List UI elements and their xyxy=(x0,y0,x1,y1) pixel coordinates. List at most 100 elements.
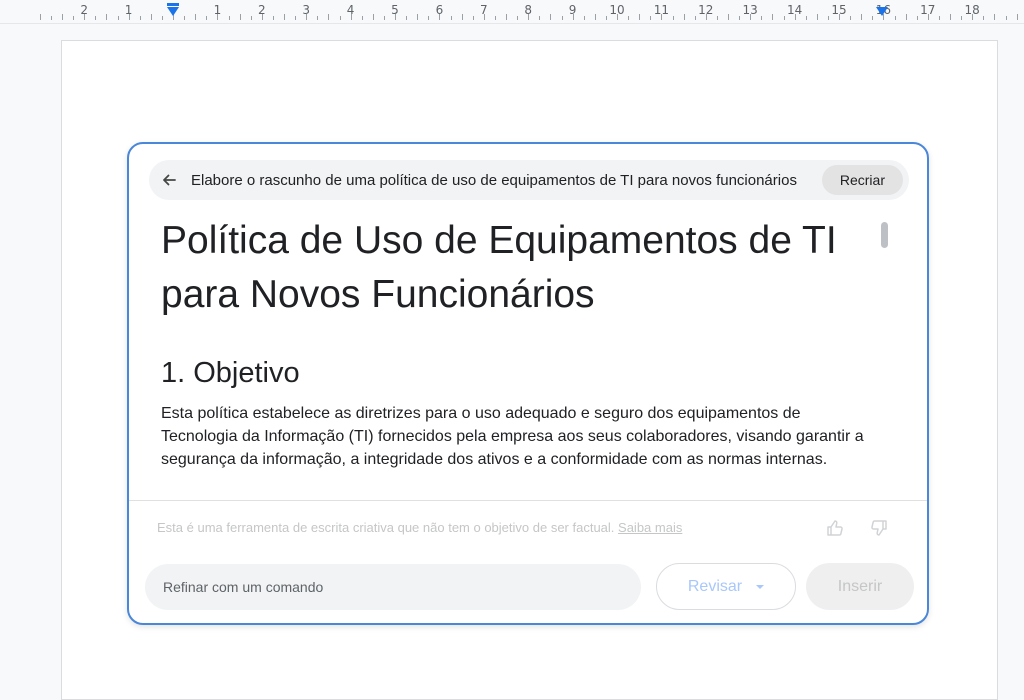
ruler-tick xyxy=(905,14,907,20)
ruler-tick xyxy=(395,14,396,20)
thumbs-down-icon[interactable] xyxy=(867,516,891,540)
ruler-tick xyxy=(605,16,607,20)
ruler-tick xyxy=(461,14,463,20)
ruler-tick xyxy=(406,16,408,20)
ruler-tick xyxy=(517,16,519,20)
ruler-tick xyxy=(450,16,452,20)
ruler-tick xyxy=(1016,14,1018,20)
ruler-tick xyxy=(62,14,63,20)
ruler-tick xyxy=(872,16,874,20)
ruler-tick xyxy=(161,16,163,20)
ruler-tick xyxy=(1005,16,1007,20)
recreate-button[interactable]: Recriar xyxy=(821,165,903,195)
ruler-tick xyxy=(239,14,241,20)
ruler-tick xyxy=(361,16,363,20)
ruler-tick xyxy=(861,14,863,20)
ruler-tick xyxy=(583,16,585,20)
ruler-tick xyxy=(827,16,829,20)
ruler-tick xyxy=(805,16,807,20)
ruler-tick xyxy=(139,16,141,20)
ruler-tick xyxy=(561,16,563,20)
ruler-tick xyxy=(117,16,119,20)
ruler-tick xyxy=(328,14,330,20)
insert-button[interactable]: Inserir xyxy=(806,563,914,610)
arrow-left-icon xyxy=(163,174,176,186)
ruler-tick xyxy=(50,16,52,20)
first-line-indent-marker[interactable] xyxy=(167,3,179,6)
ruler-tick xyxy=(750,14,752,20)
ruler-tick xyxy=(794,14,796,20)
ruler-tick xyxy=(483,14,485,20)
ruler: 2 1 1 2 3 4 5 6 7 8 9 10 11 12 13 14 15 16 17 18 xyxy=(0,0,1024,24)
ruler-tick xyxy=(594,14,596,20)
revise-label: Revisar xyxy=(687,577,743,595)
ruler-tick xyxy=(428,16,430,20)
content-fade xyxy=(161,468,881,498)
disclaimer: Esta é uma ferramenta de escrita criativ… xyxy=(157,520,682,535)
ruler-tick xyxy=(705,14,707,20)
ruler-tick xyxy=(728,14,729,20)
ruler-tick xyxy=(672,16,674,20)
ruler-tick xyxy=(317,16,319,20)
ruler-tick xyxy=(983,16,985,20)
ruler-tick xyxy=(694,16,696,20)
ruler-tick xyxy=(372,14,374,20)
ruler-tick xyxy=(417,14,419,20)
thumbs-up-icon[interactable] xyxy=(823,516,847,540)
ruler-tick xyxy=(128,14,130,20)
back-button[interactable] xyxy=(149,160,189,200)
help-me-write-panel: Elabore o rascunho de uma política de us… xyxy=(127,142,929,625)
prompt-text: Elabore o rascunho de uma política de us… xyxy=(191,171,797,189)
ruler-tick xyxy=(550,14,552,20)
ruler-tick xyxy=(661,14,663,20)
ruler-tick xyxy=(950,14,951,20)
ruler-tick xyxy=(106,14,108,20)
ruler-tick xyxy=(184,16,186,20)
ruler-tick xyxy=(839,14,840,20)
ruler-tick xyxy=(961,16,963,20)
ruler-tick xyxy=(927,14,929,20)
ruler-tick xyxy=(295,16,297,20)
ruler-tick xyxy=(539,16,541,20)
ruler-tick xyxy=(938,16,940,20)
section-paragraph: Esta política estabelece as diretrizes p… xyxy=(161,405,864,468)
scrollbar-thumb[interactable] xyxy=(881,222,888,248)
ruler-tick xyxy=(506,14,507,20)
ruler-tick xyxy=(894,16,896,20)
ruler-tick xyxy=(816,14,818,20)
ruler-tick xyxy=(206,16,208,20)
draft-content[interactable]: Política de Uso de Equipamentos de TI pa… xyxy=(161,214,881,498)
revise-dropdown-button[interactable]: Revisar xyxy=(656,563,796,610)
learn-more-link[interactable]: Saiba mais xyxy=(618,520,682,535)
ruler-tick xyxy=(261,14,263,20)
draft-title: Política de Uso de Equipamentos de TI pa… xyxy=(161,219,837,316)
ruler-tick xyxy=(439,14,441,20)
ruler-tick xyxy=(683,14,685,20)
ruler-tick xyxy=(494,16,496,20)
ruler-tick xyxy=(628,16,630,20)
ruler-tick xyxy=(272,16,274,20)
ruler-tick xyxy=(650,16,652,20)
ruler-tick xyxy=(217,14,219,20)
right-indent-marker[interactable] xyxy=(876,7,888,16)
ruler-tick xyxy=(739,16,741,20)
ruler-tick xyxy=(39,14,41,20)
disclaimer-text: Esta é uma ferramenta de escrita criativ… xyxy=(157,520,615,535)
ruler-tick xyxy=(716,16,718,20)
section-heading: 1. Objetivo xyxy=(161,357,300,389)
ruler-tick xyxy=(383,16,385,20)
ruler-tick xyxy=(228,16,230,20)
ruler-tick xyxy=(572,14,574,20)
ruler-tick xyxy=(783,16,785,20)
ruler-tick xyxy=(195,14,197,20)
ruler-tick xyxy=(850,16,852,20)
ruler-tick xyxy=(639,14,641,20)
ruler-tick xyxy=(772,14,774,20)
prompt-bar: Elabore o rascunho de uma política de us… xyxy=(149,160,909,200)
ruler-tick xyxy=(306,14,308,20)
ruler-tick xyxy=(916,16,918,20)
left-indent-marker[interactable] xyxy=(167,7,179,16)
ruler-tick xyxy=(994,14,996,20)
ruler-tick xyxy=(617,14,618,20)
refine-input[interactable] xyxy=(145,564,641,610)
